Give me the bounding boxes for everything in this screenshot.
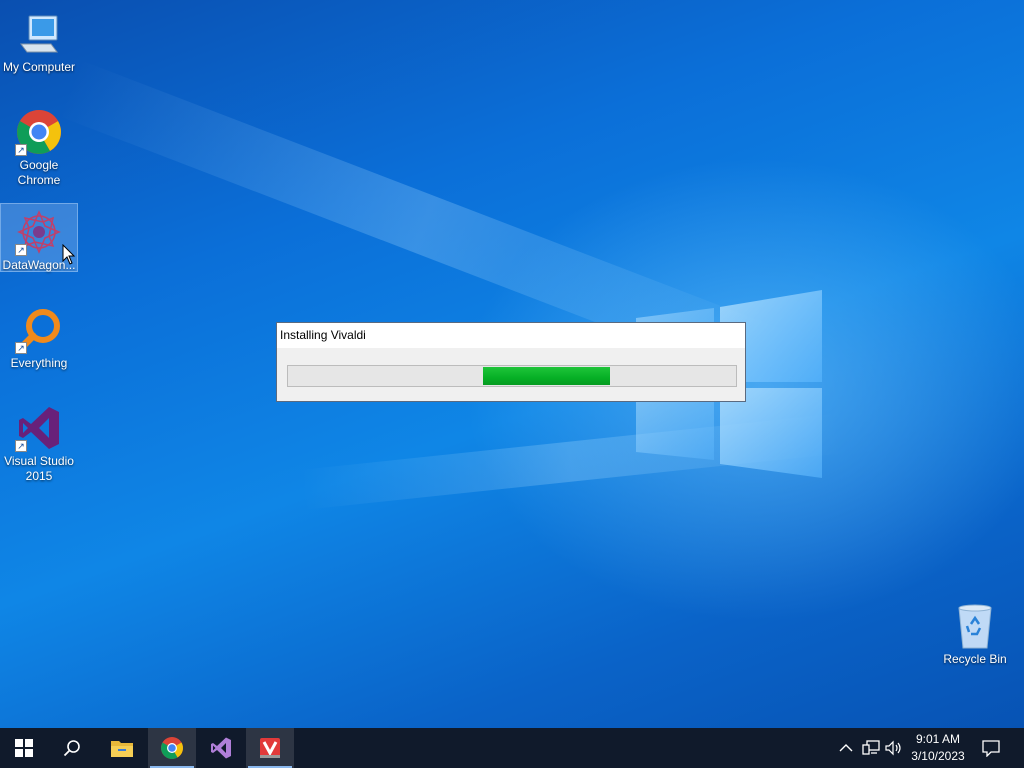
show-hidden-icons-button[interactable] xyxy=(836,738,856,758)
search-button[interactable] xyxy=(48,728,96,768)
everything-search-icon: ↗ xyxy=(15,306,63,354)
taskbar-chrome[interactable] xyxy=(148,728,196,768)
computer-icon xyxy=(15,10,63,58)
desktop-icon-label: Visual Studio 2015 xyxy=(4,454,74,483)
recycle-bin-icon xyxy=(951,602,999,650)
desktop-icon-everything[interactable]: ↗ Everything xyxy=(1,302,77,371)
taskbar-clock[interactable]: 9:01 AM 3/10/2023 xyxy=(904,731,972,765)
chrome-icon xyxy=(161,737,183,759)
vivaldi-installer-icon xyxy=(260,738,280,758)
file-explorer-icon xyxy=(111,741,133,757)
visual-studio-icon: ↗ xyxy=(15,404,63,452)
notification-icon xyxy=(982,740,1000,757)
taskbar[interactable]: 9:01 AM 3/10/2023 xyxy=(0,728,1024,768)
taskbar-file-explorer[interactable] xyxy=(98,728,146,768)
desktop-icon-visual-studio-2015[interactable]: ↗ Visual Studio 2015 xyxy=(1,400,77,484)
start-button[interactable] xyxy=(0,728,48,768)
volume-button[interactable] xyxy=(884,738,904,758)
network-button[interactable] xyxy=(861,738,881,758)
taskbar-visual-studio[interactable] xyxy=(197,728,245,768)
visual-studio-icon xyxy=(211,737,231,759)
chrome-icon: ↗ xyxy=(15,108,63,156)
shortcut-arrow-icon: ↗ xyxy=(15,244,27,256)
shortcut-arrow-icon: ↗ xyxy=(15,440,27,452)
dialog-title: Installing Vivaldi xyxy=(277,323,745,348)
desktop[interactable]: My Computer ↗ Google Chrome ↗ DataWagon.… xyxy=(0,0,1024,728)
windows-start-icon xyxy=(15,739,33,757)
desktop-icon-recycle-bin[interactable]: Recycle Bin xyxy=(937,598,1013,667)
desktop-icon-label: Everything xyxy=(10,356,68,370)
progress-bar-fill xyxy=(483,367,611,385)
clock-date: 3/10/2023 xyxy=(911,749,965,763)
desktop-icon-my-computer[interactable]: My Computer xyxy=(1,6,77,75)
clock-time: 9:01 AM xyxy=(915,732,961,746)
shortcut-arrow-icon: ↗ xyxy=(15,342,27,354)
progress-bar xyxy=(287,365,737,387)
datawagon-icon: ↗ xyxy=(15,208,63,256)
desktop-icon-google-chrome[interactable]: ↗ Google Chrome xyxy=(1,104,77,188)
desktop-icon-label: Recycle Bin xyxy=(943,652,1007,666)
mouse-cursor-icon xyxy=(62,244,76,265)
desktop-icon-label: Google Chrome xyxy=(17,158,61,187)
desktop-icon-label: My Computer xyxy=(2,60,76,74)
taskbar-vivaldi-installer[interactable] xyxy=(246,728,294,768)
chevron-up-icon xyxy=(839,744,853,752)
action-center-button[interactable] xyxy=(981,738,1001,758)
search-icon xyxy=(63,740,80,757)
volume-icon xyxy=(885,740,901,756)
network-icon xyxy=(862,740,880,755)
install-progress-dialog[interactable]: Installing Vivaldi xyxy=(276,322,746,402)
shortcut-arrow-icon: ↗ xyxy=(15,144,27,156)
